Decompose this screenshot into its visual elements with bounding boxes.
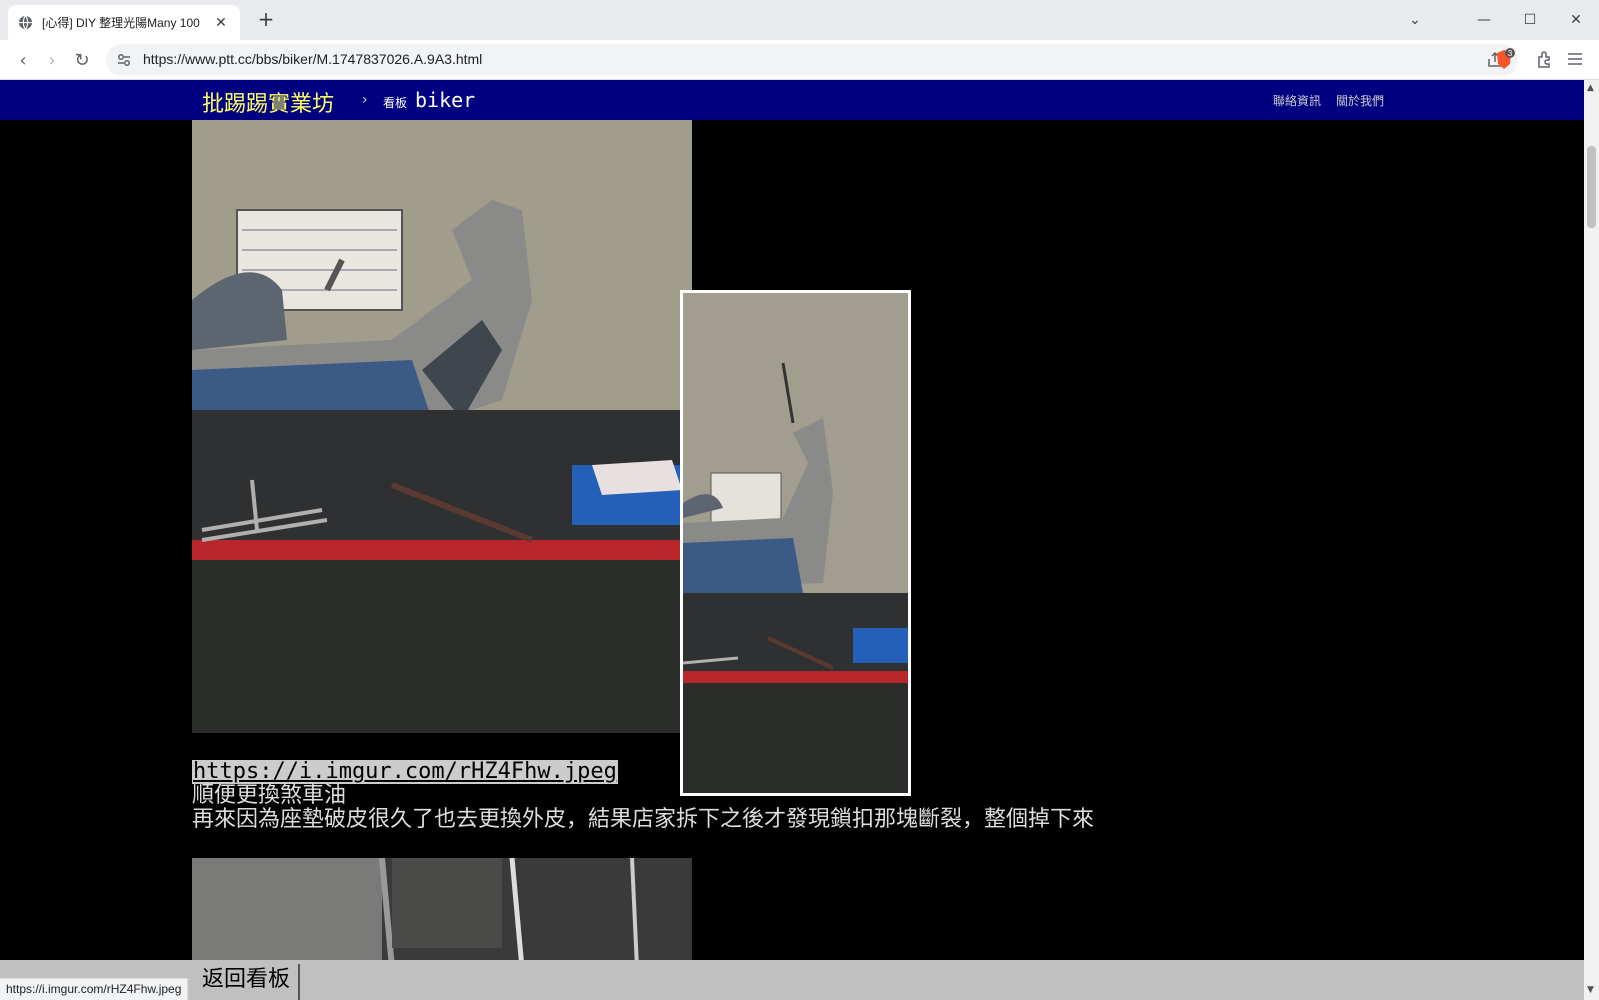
article-line-1: 順便更換煞車油 — [192, 783, 347, 808]
article-text: https://i.imgur.com/rHZ4Fhw.jpeg 順便更換煞車油… — [192, 760, 1094, 832]
menu-icon[interactable] — [1565, 49, 1585, 69]
reload-button[interactable]: ↻ — [69, 48, 95, 74]
seat-photo[interactable] — [192, 858, 692, 960]
back-to-board-link[interactable]: 返回看板 — [202, 964, 301, 1000]
new-tab-button[interactable]: + — [254, 8, 278, 32]
contact-link[interactable]: 聯絡資訊 — [1273, 92, 1321, 109]
page-content: 批踢踢實業坊 › 看板 biker 聯絡資訊 關於我們 https://i.im… — [0, 80, 1584, 960]
vertical-scrollbar[interactable]: ▲ ▼ — [1584, 80, 1599, 1000]
board-name[interactable]: biker — [415, 88, 475, 112]
url-text[interactable]: https://www.ptt.cc/bbs/biker/M.174783702… — [143, 51, 482, 67]
site-info-icon[interactable] — [116, 52, 132, 68]
scroll-thumb[interactable] — [1587, 146, 1596, 228]
about-link[interactable]: 關於我們 — [1336, 92, 1384, 109]
address-bar[interactable]: https://www.ptt.cc/bbs/biker/M.174783702… — [106, 44, 1518, 76]
extensions-icon[interactable] — [1535, 50, 1555, 70]
tab-title: [心得] DIY 整理光陽Many 100 — [42, 16, 200, 30]
ptt-logo[interactable]: 批踢踢實業坊 — [202, 86, 334, 118]
tab-strip: [心得] DIY 整理光陽Many 100 ✕ + ⌄ — ☐ ✕ — [0, 0, 1599, 40]
globe-icon — [18, 15, 33, 30]
brave-badge-count: 3 — [1508, 49, 1513, 58]
breadcrumb-separator: › — [362, 92, 368, 108]
browser-toolbar: ‹ › ↻ https://www.ptt.cc/bbs/biker/M.174… — [0, 40, 1599, 80]
ptt-bottombar: 返回看板 — [0, 960, 1584, 1000]
scooter-photo[interactable] — [192, 120, 692, 733]
forward-button[interactable]: › — [39, 48, 65, 74]
scroll-up-arrow[interactable]: ▲ — [1587, 83, 1594, 93]
close-window-button[interactable]: ✕ — [1561, 8, 1591, 32]
tab-close-icon[interactable]: ✕ — [212, 15, 230, 31]
article-line-2: 再來因為座墊破皮很久了也去更換外皮，結果店家拆下之後才發現鎖扣那塊斷裂，整個掉下… — [192, 807, 1095, 832]
browser-tab[interactable]: [心得] DIY 整理光陽Many 100 ✕ — [8, 5, 240, 40]
brave-shields-icon[interactable]: 3 — [1493, 48, 1515, 72]
board-label[interactable]: 看板 — [383, 94, 407, 111]
maximize-button[interactable]: ☐ — [1515, 8, 1545, 32]
tab-search-icon[interactable]: ⌄ — [1400, 8, 1430, 32]
status-bubble: https://i.imgur.com/rHZ4Fhw.jpeg — [0, 978, 189, 1000]
scroll-down-arrow[interactable]: ▼ — [1587, 985, 1594, 995]
back-button[interactable]: ‹ — [10, 48, 36, 74]
ptt-topbar: 批踢踢實業坊 › 看板 biker 聯絡資訊 關於我們 — [0, 80, 1584, 120]
scooter-photo-vertical[interactable] — [680, 290, 911, 796]
minimize-button[interactable]: — — [1469, 8, 1499, 32]
imgur-link[interactable]: https://i.imgur.com/rHZ4Fhw.jpeg — [192, 760, 618, 784]
